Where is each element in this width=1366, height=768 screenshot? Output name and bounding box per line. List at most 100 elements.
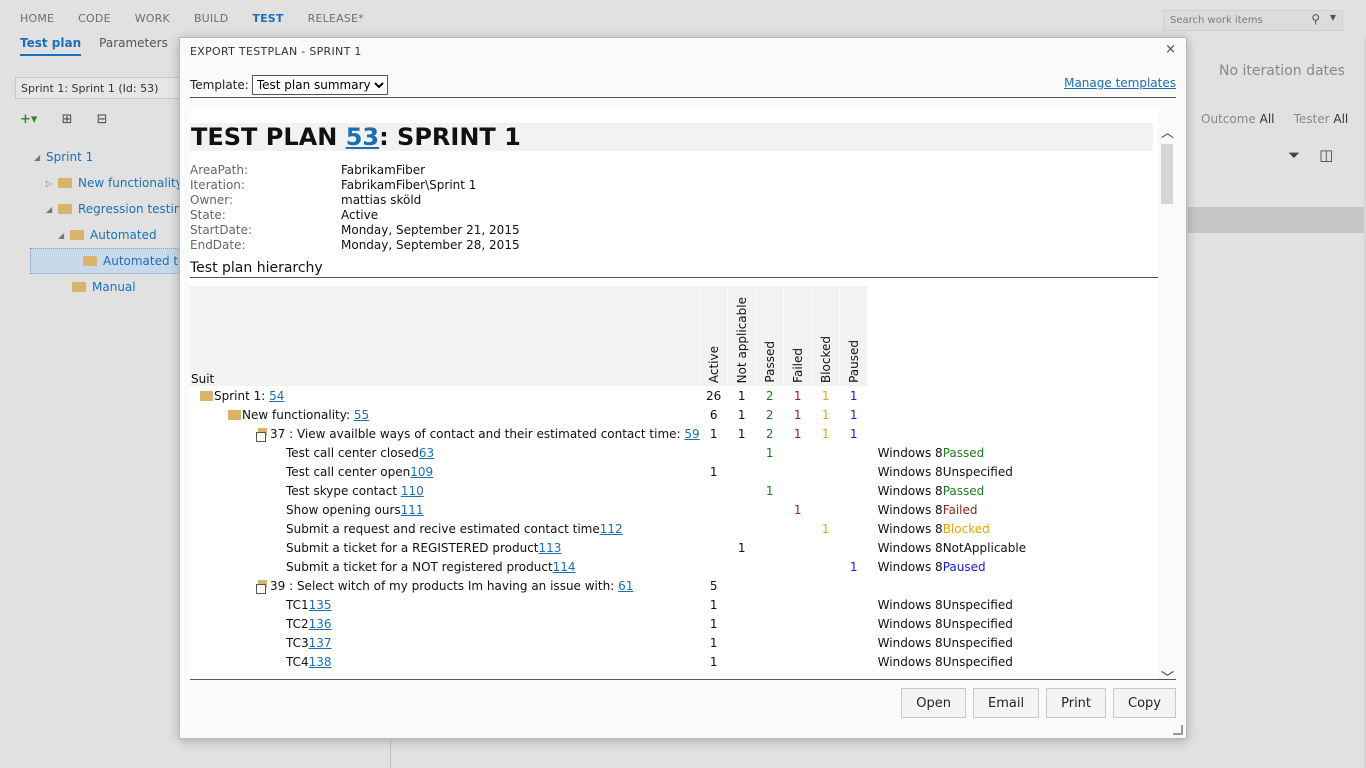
count-active xyxy=(700,500,728,519)
count-na xyxy=(728,481,756,500)
work-item-link[interactable]: 113 xyxy=(539,541,562,555)
expand-arrow-icon[interactable]: ◢ xyxy=(46,205,58,214)
count-paused xyxy=(840,481,868,500)
tester-filter[interactable]: All xyxy=(1333,112,1348,126)
count-passed: 1 xyxy=(765,483,774,498)
tree-item-label: Automated xyxy=(90,228,157,242)
table-row: Test call center open109 1 Windows 8 Unspec… xyxy=(190,462,1026,481)
table-header-row: Suit Active Not applicable Passed Failed… xyxy=(190,286,1026,386)
table-row: TC1135 1 Windows 8 Unspecified xyxy=(190,595,1026,614)
work-item-link[interactable]: 59 xyxy=(684,427,699,441)
nav-code[interactable]: CODE xyxy=(78,12,111,25)
tree-item-sprint[interactable]: ◢ Sprint 1 xyxy=(0,144,200,170)
work-item-link[interactable]: 135 xyxy=(309,598,332,612)
work-item-link[interactable]: 111 xyxy=(401,503,424,517)
manage-templates-link[interactable]: Manage templates xyxy=(1064,76,1176,90)
row-text: TC3 xyxy=(286,635,309,650)
expand-icon[interactable]: ⊞ xyxy=(62,112,73,127)
tree-item-manual[interactable]: Manual xyxy=(0,274,200,300)
sprint-select[interactable]: Sprint 1: Sprint 1 (Id: 53) xyxy=(15,77,185,99)
meta-row: State: Active xyxy=(190,208,1158,223)
count-failed xyxy=(784,614,812,633)
tree-item-regression[interactable]: ◢ Regression testing xyxy=(0,196,200,222)
count-failed: 1 xyxy=(793,388,802,403)
chevron-up-icon[interactable]: ︿ xyxy=(1161,122,1174,141)
outcome-cell xyxy=(943,424,1026,443)
count-failed xyxy=(784,443,812,462)
work-item-link[interactable]: 109 xyxy=(410,465,433,479)
tree-item-automated-tests[interactable]: Automated tes xyxy=(30,248,200,274)
count-na xyxy=(728,652,756,671)
copy-button[interactable]: Copy xyxy=(1113,688,1176,718)
work-item-link[interactable]: 54 xyxy=(269,389,284,403)
folder-icon xyxy=(200,390,213,401)
folder-icon xyxy=(72,282,86,292)
meta-value: Monday, September 21, 2015 xyxy=(341,223,520,237)
col-failed: Failed xyxy=(783,286,813,386)
email-button[interactable]: Email xyxy=(973,688,1040,718)
work-item-link[interactable]: 63 xyxy=(419,446,434,460)
tree-item-automated[interactable]: ◢ Automated xyxy=(0,222,200,248)
count-blocked xyxy=(812,576,840,595)
work-item-link[interactable]: 114 xyxy=(553,560,576,574)
configuration-cell: Windows 8 xyxy=(877,464,943,479)
work-item-link[interactable]: 138 xyxy=(309,655,332,669)
pane-divider[interactable] xyxy=(390,740,391,768)
expand-arrow-icon[interactable]: ◢ xyxy=(34,153,46,162)
work-item-link[interactable]: 55 xyxy=(354,408,369,422)
count-blocked: 1 xyxy=(821,407,830,422)
count-failed xyxy=(784,519,812,538)
count-blocked xyxy=(812,443,840,462)
work-item-link[interactable]: 110 xyxy=(401,484,424,498)
filter-icon[interactable]: ⏷ xyxy=(1288,146,1300,164)
col-label: Blocked xyxy=(818,335,833,383)
col-label: Not applicable xyxy=(734,296,749,383)
configuration-cell: Windows 8 xyxy=(877,597,943,612)
tree-item-new-functionality[interactable]: ▷ New functionality xyxy=(0,170,200,196)
count-na xyxy=(728,595,756,614)
pane-toggle-icon[interactable]: ◫ xyxy=(1319,146,1333,164)
expand-arrow-icon[interactable]: ◢ xyxy=(58,231,70,240)
preview-scrollbar[interactable]: ︿ ﹀ xyxy=(1158,110,1176,686)
open-button[interactable]: Open xyxy=(901,688,967,718)
expand-arrow-icon[interactable]: ▷ xyxy=(46,179,58,188)
collapse-icon[interactable]: ⊟ xyxy=(97,112,108,127)
plan-id-link[interactable]: 53 xyxy=(346,123,379,151)
dialog-buttons: Open Email Print Copy xyxy=(901,688,1176,718)
resize-grip-icon[interactable] xyxy=(1173,725,1183,735)
search-icon[interactable]: ⚲ xyxy=(1311,12,1320,26)
table-row: Test skype contact 110 1 Windows 8 Passed xyxy=(190,481,1026,500)
work-item-link[interactable]: 61 xyxy=(618,579,633,593)
tab-parameters[interactable]: Parameters xyxy=(99,36,168,56)
tab-test-plan[interactable]: Test plan xyxy=(20,36,82,56)
count-na: 1 xyxy=(737,426,746,441)
scrollbar-thumb[interactable] xyxy=(1161,144,1173,204)
suit-cell: Submit a request and recive estimated co… xyxy=(190,519,700,538)
work-item-link[interactable]: 137 xyxy=(309,636,332,650)
count-na xyxy=(728,500,756,519)
col-passed: Passed xyxy=(755,286,785,386)
outcome-filter[interactable]: All xyxy=(1260,112,1275,126)
work-item-link[interactable]: 112 xyxy=(600,522,623,536)
outcome-cell: Unspecified xyxy=(942,597,1013,612)
count-active: 1 xyxy=(709,616,718,631)
nav-home[interactable]: HOME xyxy=(20,12,54,25)
template-select[interactable]: Test plan summary xyxy=(251,75,388,95)
configuration-cell: Windows 8 xyxy=(877,540,943,555)
nav-release[interactable]: RELEASE* xyxy=(308,12,364,25)
work-item-link[interactable]: 136 xyxy=(309,617,332,631)
count-failed xyxy=(784,557,812,576)
nav-work[interactable]: WORK xyxy=(135,12,170,25)
nav-build[interactable]: BUILD xyxy=(194,12,228,25)
close-icon[interactable]: × xyxy=(1165,42,1176,57)
print-button[interactable]: Print xyxy=(1046,688,1107,718)
nav-test[interactable]: TEST xyxy=(252,12,283,25)
search-input[interactable]: Search work items ⚲ ▼ xyxy=(1163,10,1343,31)
outcome-label: Outcome xyxy=(1201,112,1256,126)
chevron-down-icon[interactable]: ﹀ xyxy=(1161,667,1174,686)
chevron-down-icon[interactable]: ▼ xyxy=(1330,13,1336,22)
folder-icon xyxy=(70,230,84,240)
count-blocked xyxy=(812,481,840,500)
add-icon[interactable]: +▾ xyxy=(20,112,37,127)
col-label: Passed xyxy=(762,341,777,383)
